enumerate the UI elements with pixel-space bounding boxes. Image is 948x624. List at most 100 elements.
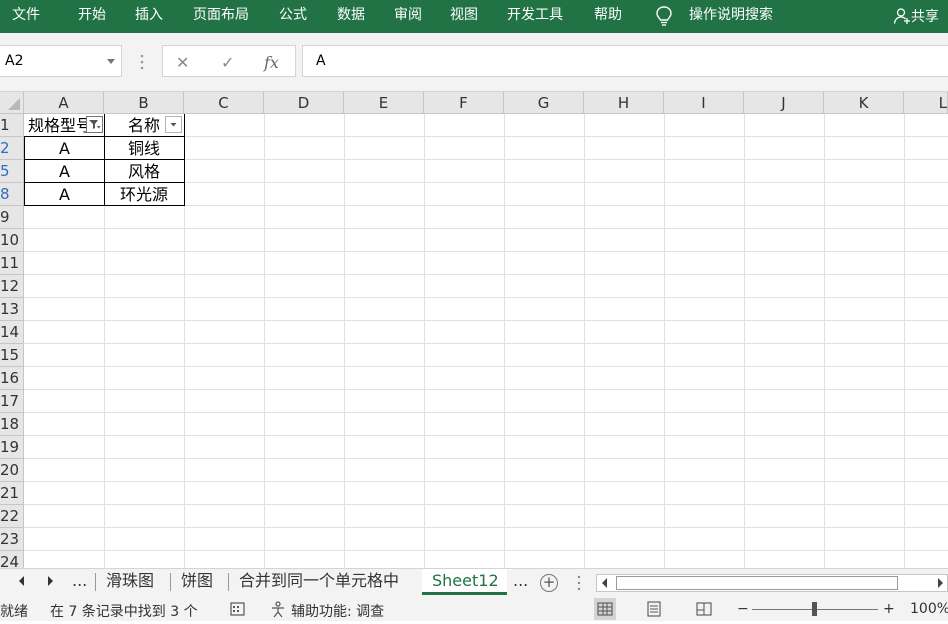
table-cell[interactable]: 铜线 [104, 137, 185, 160]
chevron-down-icon [170, 123, 177, 127]
sheet-tab-bar: ... 滑珠图 饼图 合并到同一个单元格中 Sheet12 ... + [0, 568, 948, 597]
row-header-9[interactable]: 9 [0, 206, 24, 229]
zoom-level[interactable]: 100% [910, 601, 948, 617]
filter-dropdown-button[interactable] [165, 116, 182, 133]
tab-developer[interactable]: 开发工具 [507, 5, 563, 25]
sheet-tab-sheet12[interactable]: Sheet12 [422, 569, 507, 595]
chevron-down-icon[interactable] [107, 59, 115, 64]
row-header-21[interactable]: 21 [0, 482, 24, 505]
status-bar: 就绪 在 7 条记录中找到 3 个 辅助功能: 调查 − + 100% [0, 597, 948, 621]
more-sheets-right[interactable]: ... [503, 569, 538, 595]
name-box[interactable]: A2 [0, 45, 122, 77]
table-cell[interactable]: 风格 [104, 160, 185, 183]
row-header-16[interactable]: 16 [0, 367, 24, 390]
cancel-icon[interactable]: ✕ [176, 53, 189, 72]
column-header-k[interactable]: K [824, 92, 904, 114]
row-header-2[interactable]: 2 [0, 137, 24, 160]
column-header-f[interactable]: F [424, 92, 504, 114]
macro-record-icon[interactable] [230, 602, 245, 616]
column-header-c[interactable]: C [184, 92, 264, 114]
scroll-left-icon[interactable] [18, 575, 26, 587]
zoom-slider-thumb[interactable] [812, 602, 817, 616]
row-header-22[interactable]: 22 [0, 505, 24, 528]
column-header-l[interactable]: L [904, 92, 948, 114]
row-header-24[interactable]: 24 [0, 551, 24, 568]
scroll-left-arrow-icon[interactable] [601, 578, 609, 588]
share-button[interactable]: 共享 [893, 6, 939, 26]
drag-handle-icon[interactable] [140, 54, 144, 70]
row-header-12[interactable]: 12 [0, 275, 24, 298]
filter-result-text: 在 7 条记录中找到 3 个 [50, 604, 198, 620]
zoom-in-button[interactable]: + [883, 601, 895, 617]
worksheet-grid[interactable]: A B C D E F G H I J K L 1 2 5 8 9 10 11 … [0, 92, 948, 568]
tab-data[interactable]: 数据 [337, 5, 365, 25]
table-cell[interactable]: A [24, 183, 105, 206]
tab-home[interactable]: 开始 [78, 5, 106, 25]
page-break-icon [696, 602, 712, 616]
row-header-18[interactable]: 18 [0, 413, 24, 436]
row-header-17[interactable]: 17 [0, 390, 24, 413]
table-cell[interactable]: A [24, 160, 105, 183]
row-header-13[interactable]: 13 [0, 298, 24, 321]
person-add-icon [893, 8, 910, 24]
scroll-right-icon[interactable] [46, 575, 54, 587]
scroll-right-arrow-icon[interactable] [936, 578, 944, 588]
row-header-11[interactable]: 11 [0, 252, 24, 275]
row-header-15[interactable]: 15 [0, 344, 24, 367]
table-cell[interactable]: A [24, 137, 105, 160]
filter-active-button[interactable] [86, 116, 103, 133]
row-header-19[interactable]: 19 [0, 436, 24, 459]
tab-help[interactable]: 帮助 [594, 5, 622, 25]
formula-content: A [316, 53, 326, 69]
lightbulb-icon[interactable] [655, 5, 673, 27]
column-header-g[interactable]: G [504, 92, 584, 114]
add-sheet-button[interactable]: + [540, 574, 558, 592]
column-header-j[interactable]: J [744, 92, 824, 114]
row-header-5[interactable]: 5 [0, 160, 24, 183]
tab-formulas[interactable]: 公式 [279, 5, 307, 25]
row-header-23[interactable]: 23 [0, 528, 24, 551]
normal-view-button[interactable] [594, 598, 616, 620]
formula-bar: A2 ✕ ✓ fx A [0, 33, 948, 92]
table-cell[interactable]: 环光源 [104, 183, 185, 206]
column-header-e[interactable]: E [344, 92, 424, 114]
enter-icon[interactable]: ✓ [221, 53, 234, 72]
row-header-20[interactable]: 20 [0, 459, 24, 482]
tab-review[interactable]: 审阅 [394, 5, 422, 25]
tab-view[interactable]: 视图 [450, 5, 478, 25]
scrollbar-thumb[interactable] [616, 576, 898, 590]
filter-funnel-icon [89, 120, 101, 129]
tab-insert[interactable]: 插入 [135, 5, 163, 25]
tab-file[interactable]: 文件 [12, 5, 40, 25]
sheet-tab-merge-cells[interactable]: 合并到同一个单元格中 [229, 569, 409, 595]
page-break-view-button[interactable] [693, 598, 715, 620]
tell-me-search[interactable]: 操作说明搜索 [689, 5, 773, 25]
grid-view-icon [597, 602, 613, 616]
tab-page-layout[interactable]: 页面布局 [193, 5, 249, 25]
row-header-14[interactable]: 14 [0, 321, 24, 344]
sheet-tab-slider-chart[interactable]: 滑珠图 [96, 569, 164, 595]
page-layout-view-button[interactable] [643, 598, 665, 620]
formula-buttons: ✕ ✓ fx [162, 45, 296, 77]
share-label: 共享 [911, 9, 939, 25]
horizontal-scrollbar[interactable] [596, 574, 948, 592]
status-mode: 就绪 [0, 604, 28, 620]
column-header-h[interactable]: H [584, 92, 664, 114]
name-box-value: A2 [5, 53, 24, 69]
row-header-1[interactable]: 1 [0, 114, 24, 137]
column-header-i[interactable]: I [664, 92, 744, 114]
more-sheets-left[interactable]: ... [62, 569, 97, 595]
sheet-tab-pie-chart[interactable]: 饼图 [171, 569, 223, 595]
accessibility-icon[interactable] [270, 601, 288, 618]
row-header-10[interactable]: 10 [0, 229, 24, 252]
column-header-d[interactable]: D [264, 92, 344, 114]
accessibility-status[interactable]: 辅助功能: 调查 [291, 601, 384, 621]
select-all-button[interactable] [0, 92, 24, 114]
tab-splitter-icon[interactable] [577, 575, 581, 591]
row-header-8[interactable]: 8 [0, 183, 24, 206]
column-header-a[interactable]: A [24, 92, 104, 114]
zoom-out-button[interactable]: − [737, 601, 749, 617]
formula-input[interactable]: A [302, 45, 948, 77]
insert-function-icon[interactable]: fx [264, 53, 279, 72]
column-header-b[interactable]: B [104, 92, 184, 114]
